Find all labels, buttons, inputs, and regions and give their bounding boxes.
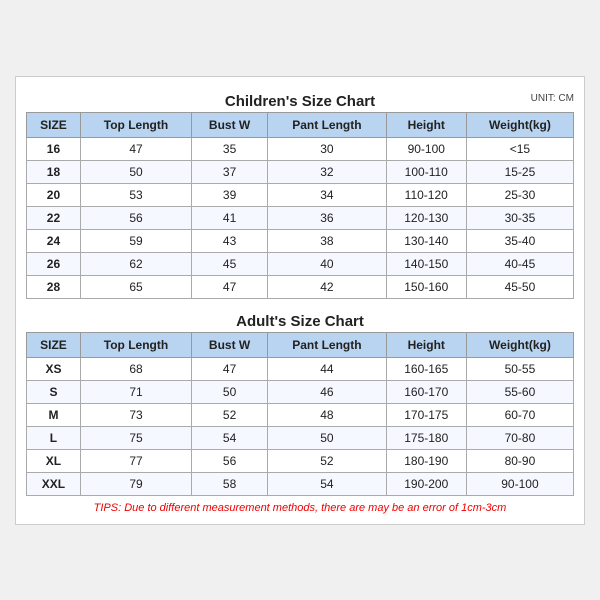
table-row: 20533934110-12025-30: [27, 183, 574, 206]
table-row: XL775652180-19080-90: [27, 449, 574, 472]
adults-col-bust: Bust W: [192, 332, 268, 357]
table-row: 22564136120-13030-35: [27, 206, 574, 229]
children-header-row: SIZE Top Length Bust W Pant Length Heigh…: [27, 112, 574, 137]
children-col-top-length: Top Length: [80, 112, 191, 137]
children-col-bust: Bust W: [192, 112, 268, 137]
table-row: L755450175-18070-80: [27, 426, 574, 449]
adults-col-size: SIZE: [27, 332, 81, 357]
unit-label: UNIT: CM: [531, 93, 574, 104]
adults-title: Adult's Size Chart: [26, 307, 574, 332]
table-row: M735248170-17560-70: [27, 403, 574, 426]
adults-header-row: SIZE Top Length Bust W Pant Length Heigh…: [27, 332, 574, 357]
adults-col-top-length: Top Length: [80, 332, 191, 357]
table-row: 1647353090-100<15: [27, 137, 574, 160]
children-col-height: Height: [386, 112, 466, 137]
adults-col-pant-length: Pant Length: [268, 332, 386, 357]
chart-container: Children's Size Chart UNIT: CM SIZE Top …: [15, 76, 585, 525]
children-col-pant-length: Pant Length: [268, 112, 386, 137]
table-row: S715046160-17055-60: [27, 380, 574, 403]
table-row: XS684744160-16550-55: [27, 357, 574, 380]
table-row: 26624540140-15040-45: [27, 252, 574, 275]
table-row: 24594338130-14035-40: [27, 229, 574, 252]
children-title: Children's Size Chart UNIT: CM: [26, 87, 574, 112]
adults-col-weight: Weight(kg): [466, 332, 573, 357]
table-row: XXL795854190-20090-100: [27, 472, 574, 495]
tips-text: TIPS: Due to different measurement metho…: [26, 502, 574, 514]
children-col-weight: Weight(kg): [466, 112, 573, 137]
table-row: 18503732100-11015-25: [27, 160, 574, 183]
adults-col-height: Height: [386, 332, 466, 357]
children-table: SIZE Top Length Bust W Pant Length Heigh…: [26, 112, 574, 299]
children-col-size: SIZE: [27, 112, 81, 137]
adults-table: SIZE Top Length Bust W Pant Length Heigh…: [26, 332, 574, 496]
table-row: 28654742150-16045-50: [27, 275, 574, 298]
